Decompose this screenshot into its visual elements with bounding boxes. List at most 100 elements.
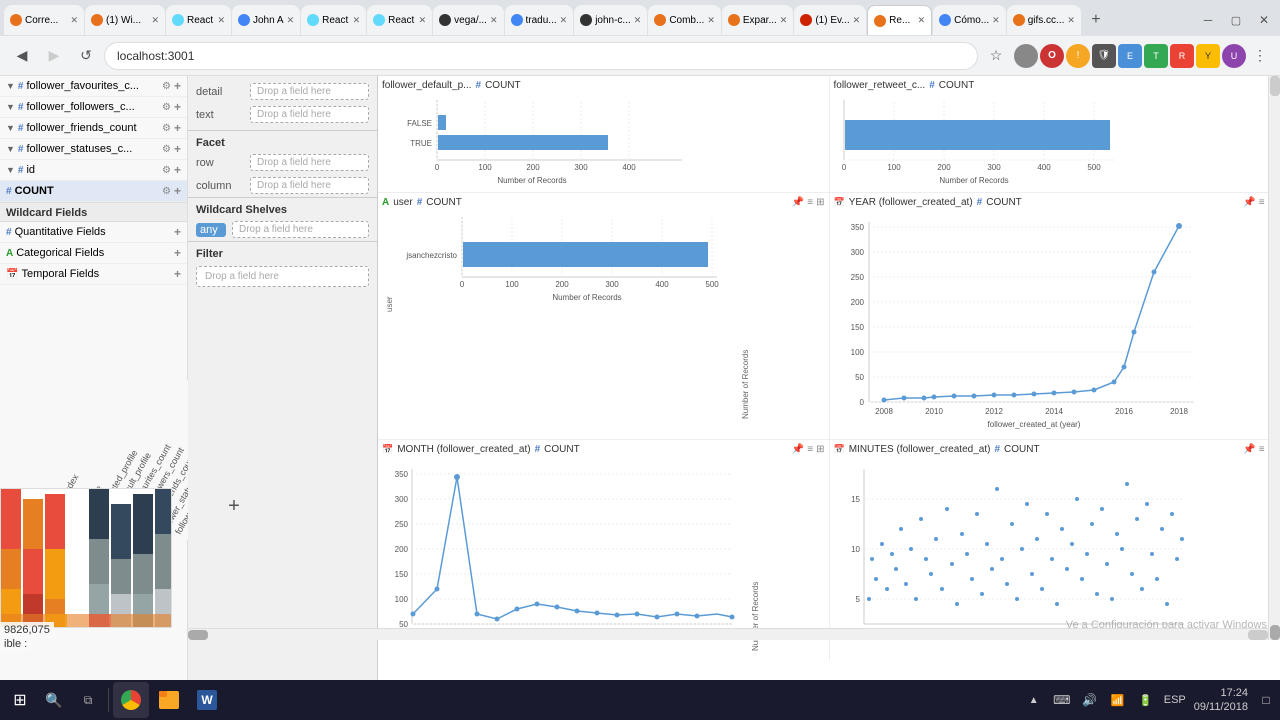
svg-text:0: 0 — [460, 280, 465, 289]
start-button[interactable]: ⊞ — [4, 684, 36, 716]
list-icon[interactable]: ≡ — [1259, 444, 1265, 455]
taskbar-notification[interactable]: □ — [1256, 690, 1276, 710]
tab-react2[interactable]: React ✕ — [301, 5, 366, 35]
sidebar-item-follower-favs[interactable]: ▼ # follower_favourites_c... ⚙ + — [0, 76, 187, 97]
add-icon[interactable]: + — [174, 184, 181, 198]
add-icon[interactable]: + — [174, 246, 181, 260]
opera-icon[interactable]: O — [1040, 44, 1064, 68]
tab-gifs[interactable]: gifs.cc... ✕ — [1007, 5, 1081, 35]
detail-drop-zone[interactable]: Drop a field here — [250, 83, 369, 100]
extension-icon1[interactable]: E — [1118, 44, 1142, 68]
close-window-button[interactable]: ✕ — [1252, 8, 1276, 32]
tab-corre[interactable]: Corre... ✕ — [4, 5, 84, 35]
list-icon[interactable]: ≡ — [807, 444, 813, 455]
tab-react1[interactable]: React ✕ — [166, 5, 231, 35]
sidebar-item-quantitative[interactable]: # Quantitative Fields + — [0, 222, 187, 243]
bookmark-button[interactable]: ☆ — [982, 42, 1010, 70]
add-icon[interactable]: + — [174, 267, 181, 281]
add-icon[interactable]: + — [174, 121, 181, 135]
taskbar-word[interactable]: W — [189, 682, 225, 718]
taskbar-right-area: ▲ ⌨ 🔊 📶 🔋 ESP 17:24 09/11/2018 □ — [1024, 686, 1276, 715]
hash-icon: # — [929, 80, 935, 91]
horizontal-scrollbar[interactable] — [188, 628, 1268, 640]
minimize-button[interactable]: ─ — [1196, 8, 1220, 32]
svg-text:2014: 2014 — [1045, 407, 1063, 416]
extension-icon2[interactable]: T — [1144, 44, 1168, 68]
count-label: COUNT — [426, 197, 462, 208]
add-icon[interactable]: + — [174, 100, 181, 114]
taskbar-chrome[interactable] — [113, 682, 149, 718]
text-drop-zone[interactable]: Drop a field here — [250, 106, 369, 123]
new-tab-button[interactable]: + — [1082, 6, 1110, 34]
close-active-tab[interactable]: ✕ — [918, 15, 926, 26]
tab-expar[interactable]: Expar... ✕ — [722, 5, 793, 35]
row-drop-zone[interactable]: Drop a field here — [250, 154, 369, 171]
tab-vega[interactable]: vega/... ✕ — [433, 5, 503, 35]
tab-ev[interactable]: (1) Ev... ✕ — [794, 5, 866, 35]
tab-re-active[interactable]: Re... ✕ — [867, 5, 932, 35]
expand-icon[interactable]: ⊞ — [816, 197, 824, 208]
reload-button[interactable]: ↺ — [72, 42, 100, 70]
sidebar-item-follower-friends[interactable]: ▼ # follower_friends_count ⚙ + — [0, 118, 187, 139]
back-button[interactable]: ◀ — [8, 42, 36, 70]
search-icon[interactable] — [1014, 44, 1038, 68]
forward-button[interactable]: ▶ — [40, 42, 68, 70]
task-view-button[interactable]: ⧉ — [72, 684, 104, 716]
column-drop-zone[interactable]: Drop a field here — [250, 177, 369, 194]
add-icon[interactable]: + — [174, 79, 181, 93]
settings-icon[interactable]: ⚙ — [162, 165, 171, 176]
scrollbar[interactable] — [1268, 76, 1280, 640]
taskbar-network-icon[interactable]: 📶 — [1108, 690, 1128, 710]
taskbar-explorer[interactable] — [151, 682, 187, 718]
settings-icon[interactable]: ⚙ — [162, 123, 171, 134]
any-drop-zone[interactable]: Drop a field here — [232, 221, 369, 238]
url-text: localhost:3001 — [117, 49, 194, 63]
tab-como[interactable]: Cómo... ✕ — [933, 5, 1006, 35]
shield-icon[interactable]: 🛡 — [1092, 44, 1116, 68]
pin-icon[interactable]: 📌 — [792, 444, 804, 455]
any-label: any — [196, 223, 226, 237]
settings-icon[interactable]: ⚙ — [162, 144, 171, 155]
address-bar[interactable]: localhost:3001 — [104, 42, 978, 70]
settings-icon[interactable]: ⚙ — [162, 81, 171, 92]
menu-button[interactable]: ⋮ — [1248, 44, 1272, 68]
tab-wi[interactable]: (1) Wi... ✕ — [85, 5, 165, 35]
search-taskbar-button[interactable]: 🔍 — [38, 684, 70, 716]
taskbar-chevron-up[interactable]: ▲ — [1024, 690, 1044, 710]
pin-icon[interactable]: 📌 — [1243, 444, 1255, 455]
add-button[interactable]: + — [220, 492, 248, 520]
add-icon[interactable]: + — [174, 225, 181, 239]
profile-icon[interactable]: U — [1222, 44, 1246, 68]
sidebar-item-follower-followers[interactable]: ▼ # follower_followers_c... ⚙ + — [0, 97, 187, 118]
maximize-button[interactable]: ▢ — [1224, 8, 1248, 32]
expand-icon[interactable]: ⊞ — [816, 444, 824, 455]
tab-react3[interactable]: React ✕ — [367, 5, 432, 35]
pin-icon[interactable]: 📌 — [1243, 197, 1255, 208]
extension-icon4[interactable]: Y — [1196, 44, 1220, 68]
alert-icon[interactable]: ! — [1066, 44, 1090, 68]
settings-icon[interactable]: ⚙ — [162, 186, 171, 197]
pin-icon[interactable]: 📌 — [792, 197, 804, 208]
settings-icon[interactable]: ⚙ — [162, 102, 171, 113]
add-icon[interactable]: + — [174, 163, 181, 177]
sidebar-item-id[interactable]: ▼ # id ⚙ + — [0, 160, 187, 181]
taskbar-volume-icon[interactable]: 🔊 — [1080, 690, 1100, 710]
tab-tradu[interactable]: tradu... ✕ — [505, 5, 574, 35]
add-icon[interactable]: + — [174, 142, 181, 156]
filter-drop-zone[interactable]: Drop a field here — [196, 266, 369, 287]
tab-comb[interactable]: Comb... ✕ — [648, 5, 721, 35]
tab-johncorr[interactable]: john-c... ✕ — [574, 5, 647, 35]
sidebar-item-follower-statuses[interactable]: ▼ # follower_statuses_c... ⚙ + — [0, 139, 187, 160]
tab-john[interactable]: John A ✕ — [232, 5, 300, 35]
list-icon[interactable]: ≡ — [807, 197, 813, 208]
sidebar-item-temporal[interactable]: 📅 Temporal Fields + — [0, 264, 187, 285]
svg-text:300: 300 — [987, 163, 1001, 172]
sidebar-item-categorical[interactable]: A Categorical Fields + — [0, 243, 187, 264]
detail-label: detail — [196, 86, 244, 98]
extension-icon3[interactable]: R — [1170, 44, 1194, 68]
sidebar-label: Temporal Fields — [21, 268, 171, 280]
taskbar-keyboard-icon[interactable]: ⌨ — [1052, 690, 1072, 710]
list-icon[interactable]: ≡ — [1259, 197, 1265, 208]
taskbar-battery-icon[interactable]: 🔋 — [1136, 690, 1156, 710]
sidebar-item-count[interactable]: # COUNT ⚙ + — [0, 181, 187, 202]
